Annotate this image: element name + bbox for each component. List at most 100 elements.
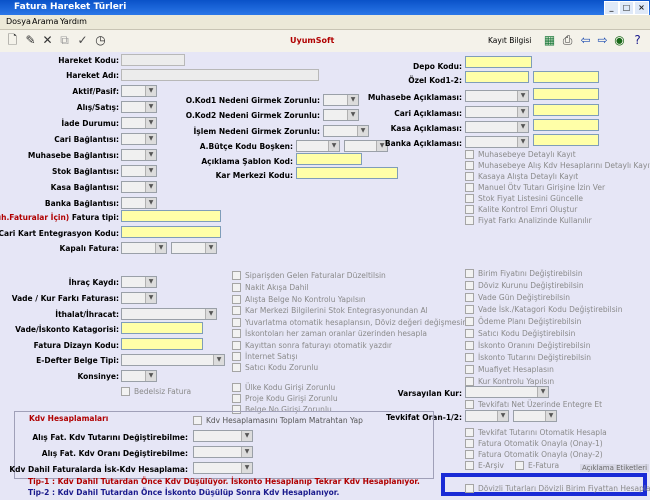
middle-check-proje[interactable]: Proje Kodu Girişi Zorunlu (232, 394, 338, 403)
fatura-tipi-input[interactable] (121, 210, 221, 222)
kar-merkezi-input[interactable] (296, 167, 398, 179)
tevkifat-oran2-select[interactable]: ▼ (513, 410, 557, 422)
right-check-4[interactable]: Stok Fiyat Listesini Güncelle (465, 194, 583, 203)
close-icon[interactable]: × (634, 1, 649, 15)
right-mid-check-7[interactable]: İskonto Tutarını Değiştirebilsin (465, 353, 591, 362)
ihrac-kaydi-select[interactable]: ▼ (121, 276, 157, 288)
banka-aciklamasi-select[interactable]: ▼ (465, 136, 529, 148)
right-bottom-check-1[interactable]: Fatura Otomatik Onayla (Onay-1) (465, 439, 603, 448)
new-document-icon[interactable]: 🗋 (5, 33, 20, 48)
okod1-select[interactable]: ▼ (323, 94, 359, 106)
delete-icon[interactable]: ✕ (40, 33, 55, 48)
kapali-fatura-select-2[interactable]: ▼ (171, 242, 217, 254)
aciklama-etiketleri-button[interactable]: Açıklama Etiketleri (580, 464, 650, 472)
banka-aciklamasi-input[interactable] (533, 134, 599, 146)
bedelsiz-fatura-checkbox[interactable]: Bedelsiz Fatura (121, 387, 191, 396)
right-check-2[interactable]: Kasaya Alışta Detaylı Kayıt (465, 172, 578, 181)
record-info-button[interactable]: Kayıt Bilgisi (488, 36, 531, 45)
menu-yardim[interactable]: Yardım (60, 17, 87, 26)
print-icon[interactable]: ⎙ (560, 33, 575, 48)
right-bottom-check-2[interactable]: Fatura Otomatik Onayla (Onay-2) (465, 450, 603, 459)
vade-iskonto-kategorisi-input[interactable] (121, 322, 203, 334)
ithalat-ihracat-select[interactable]: ▼ (121, 308, 217, 320)
right-check-6[interactable]: Fiyat Farkı Analizinde Kullanılır (465, 216, 592, 225)
alis-kdv-oran-select[interactable]: ▼ (193, 446, 253, 458)
cari-kart-entegrasyon-input[interactable] (121, 226, 221, 238)
right-check-0[interactable]: Muhasebeye Detaylı Kayıt (465, 150, 576, 159)
varsayilan-kur-select[interactable]: ▼ (465, 386, 549, 398)
right-mid-check-6[interactable]: İskonto Oranını Değiştirebilsin (465, 341, 590, 350)
edefter-belge-tipi-select[interactable]: ▼ (121, 354, 225, 366)
okod2-select[interactable]: ▼ (323, 109, 359, 121)
abutce-select-1[interactable]: ▼ (296, 140, 340, 152)
middle-check-ulke[interactable]: Ülke Kodu Girişi Zorunlu (232, 383, 335, 392)
stok-baglantisi-select[interactable]: ▼ (121, 165, 157, 177)
right-mid-check-4[interactable]: Ödeme Planı Değiştirebilsin (465, 317, 581, 326)
middle-check-6[interactable]: Kayıttan sonra faturayı otomatik yazdır (232, 341, 392, 350)
right-check-1[interactable]: Muhasebeye Alış Kdv Hesaplarını Detaylı … (465, 161, 650, 170)
tevkifat-net-checkbox[interactable]: Tevkifatı Net Üzerinde Entegre Et (465, 400, 602, 409)
right-mid-check-1[interactable]: Döviz Kurunu Değiştirebilsin (465, 281, 584, 290)
search-globe-icon[interactable]: ◉ (612, 33, 627, 48)
dovizli-tutar-checkbox[interactable]: Dövizli Tutarları Dövizli Birim Fiyattan… (465, 484, 650, 493)
right-mid-check-2[interactable]: Vade Gün Değiştirebilsin (465, 293, 570, 302)
muhasebe-aciklamasi-input[interactable] (533, 88, 599, 100)
clock-icon[interactable]: ◷ (93, 33, 108, 48)
middle-check-8[interactable]: Satıcı Kodu Zorunlu (232, 363, 318, 372)
right-mid-check-5[interactable]: Satıcı Kodu Değiştirebilsin (465, 329, 575, 338)
ozel-kod2-input[interactable] (533, 71, 599, 83)
menu-dosya[interactable]: Dosya (6, 17, 31, 26)
middle-check-4[interactable]: Yuvarlatma otomatik hesaplansın, Döviz d… (232, 318, 467, 327)
right-check-3[interactable]: Manuel Ötv Tutarı Girişine İzin Ver (465, 183, 605, 192)
abutce-select-2[interactable]: ▼ (344, 140, 388, 152)
menu-arama[interactable]: Arama (32, 17, 58, 26)
right-mid-check-9[interactable]: Kur Kontrolu Yapılsın (465, 377, 554, 386)
iade-durumu-select[interactable]: ▼ (121, 117, 157, 129)
right-bottom-check-0[interactable]: Tevkifat Tutarını Otomatik Hesapla (465, 428, 607, 437)
edit-icon[interactable]: ✎ (23, 33, 38, 48)
copy-icon[interactable]: ⧉ (57, 33, 72, 48)
arrow-left-icon[interactable]: ⇦ (578, 33, 593, 48)
ozel-kod1-input[interactable] (465, 71, 529, 83)
middle-check-1[interactable]: Nakit Akışa Dahil (232, 283, 309, 292)
tevkifat-oran1-select[interactable]: ▼ (465, 410, 509, 422)
alis-kdv-tutar-select[interactable]: ▼ (193, 430, 253, 442)
efatura-checkbox[interactable]: E-Fatura (515, 461, 559, 470)
middle-check-5[interactable]: İskontoları her zaman oranlar üzerinden … (232, 329, 427, 338)
depo-kodu-input[interactable] (465, 56, 532, 68)
kdv-toplam-matrah-checkbox[interactable]: Kdv Hesaplamasını Toplam Matrahtan Yap (193, 416, 363, 425)
konsinye-select[interactable]: ▼ (121, 370, 157, 382)
hareket-kodu-input[interactable] (121, 54, 185, 66)
right-check-5[interactable]: Kalite Kontrol Emri Oluştur (465, 205, 577, 214)
minimize-icon[interactable]: _ (604, 1, 619, 15)
aciklama-sablon-input[interactable] (296, 153, 362, 165)
confirm-icon[interactable]: ✓ (75, 33, 90, 48)
muhasebe-aciklamasi-select[interactable]: ▼ (465, 90, 529, 102)
middle-check-2[interactable]: Alışta Belge No Kontrolu Yapılsın (232, 295, 366, 304)
alis-satis-select[interactable]: ▼ (121, 101, 157, 113)
islem-nedeni-select[interactable]: ▼ (323, 125, 369, 137)
kapali-fatura-select-1[interactable]: ▼ (121, 242, 167, 254)
banka-baglantisi-select[interactable]: ▼ (121, 197, 157, 209)
cari-baglantisi-select[interactable]: ▼ (121, 133, 157, 145)
help-icon[interactable]: ? (630, 33, 645, 48)
cari-aciklamasi-input[interactable] (533, 104, 599, 116)
muhasebe-baglantisi-select[interactable]: ▼ (121, 149, 157, 161)
aktif-pasif-select[interactable]: ▼ (121, 85, 157, 97)
kdv-dahil-select[interactable]: ▼ (193, 462, 253, 474)
right-mid-check-8[interactable]: Muafiyet Hesaplasın (465, 365, 554, 374)
cari-aciklamasi-select[interactable]: ▼ (465, 106, 529, 118)
spreadsheet-icon[interactable]: ▦ (542, 33, 557, 48)
vade-kur-farki-select[interactable]: ▼ (121, 292, 157, 304)
kasa-aciklamasi-input[interactable] (533, 119, 599, 131)
middle-check-0[interactable]: Siparişden Gelen Faturalar Düzeltilsin (232, 271, 386, 280)
fatura-dizayn-kodu-input[interactable] (121, 338, 203, 350)
maximize-icon[interactable]: □ (619, 1, 634, 15)
kasa-aciklamasi-select[interactable]: ▼ (465, 121, 529, 133)
kasa-baglantisi-select[interactable]: ▼ (121, 181, 157, 193)
middle-check-3[interactable]: Kar Merkezi Bilgilerini Stok Entegrasyon… (232, 306, 428, 315)
hareket-adi-input[interactable] (121, 69, 319, 81)
middle-check-7[interactable]: İnternet Satışı (232, 352, 298, 361)
right-mid-check-3[interactable]: Vade İsk./Katagori Kodu Değiştirebilsin (465, 305, 623, 314)
earsiv-checkbox[interactable]: E-Arşiv (465, 461, 504, 470)
